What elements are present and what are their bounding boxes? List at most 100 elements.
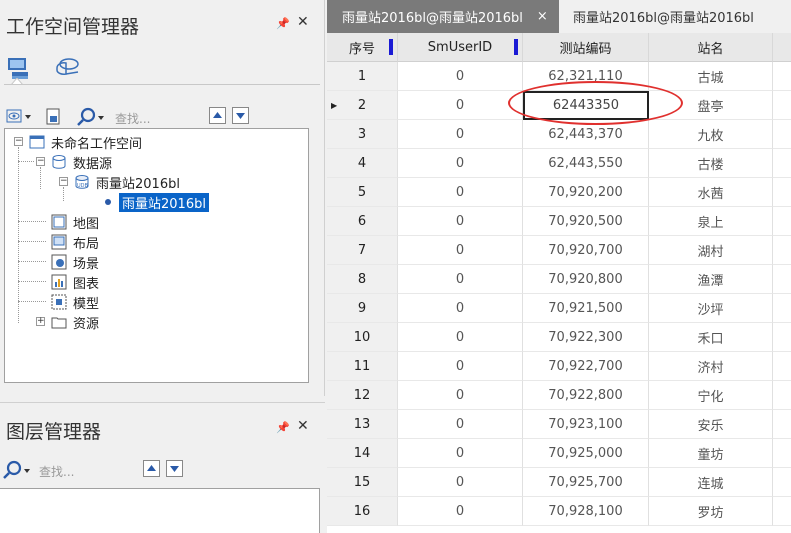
station-code-cell[interactable]: 70,920,800	[523, 265, 649, 294]
move-up-button[interactable]	[143, 460, 160, 477]
workspace-tab-icon[interactable]	[6, 54, 32, 80]
station-name-cell[interactable]: 泉上	[649, 207, 773, 236]
smuserid-cell[interactable]: 0	[398, 120, 523, 149]
close-icon[interactable]: ✕	[297, 418, 309, 434]
move-down-button[interactable]	[232, 107, 249, 124]
station-code-cell[interactable]: 70,922,300	[523, 323, 649, 352]
column-header-station-name[interactable]: 站名	[649, 33, 773, 62]
station-name-cell[interactable]: 安乐	[649, 410, 773, 439]
tree-item-workspace[interactable]: 未命名工作空间	[29, 133, 142, 152]
station-name-cell[interactable]: 童坊	[649, 439, 773, 468]
smuserid-cell[interactable]: 0	[398, 323, 523, 352]
layer-list[interactable]	[0, 488, 320, 533]
row-index-cell[interactable]: 13	[327, 410, 398, 439]
row-index-cell[interactable]: 7	[327, 236, 398, 265]
smuserid-cell[interactable]: 0	[398, 178, 523, 207]
row-index-cell[interactable]: 12	[327, 381, 398, 410]
expand-toggle[interactable]: +	[36, 317, 45, 326]
move-down-button[interactable]	[166, 460, 183, 477]
smuserid-cell[interactable]: 0	[398, 236, 523, 265]
station-code-cell[interactable]: 70,920,500	[523, 207, 649, 236]
smuserid-cell[interactable]: 0	[398, 381, 523, 410]
search-icon[interactable]	[2, 460, 32, 480]
collapse-toggle[interactable]: −	[59, 177, 68, 186]
station-code-cell[interactable]: 62,443,550	[523, 149, 649, 178]
tree-item-layouts[interactable]: 布局	[51, 233, 99, 252]
station-name-cell[interactable]: 水茜	[649, 178, 773, 207]
collapse-toggle[interactable]: −	[14, 137, 23, 146]
smuserid-cell[interactable]: 0	[398, 497, 523, 526]
station-name-cell[interactable]: 湖村	[649, 236, 773, 265]
tree-item-maps[interactable]: 地图	[51, 213, 99, 232]
station-name-cell[interactable]: 渔潭	[649, 265, 773, 294]
station-code-cell[interactable]: 70,922,700	[523, 352, 649, 381]
pin-icon[interactable]: 📌	[276, 421, 290, 434]
smuserid-cell[interactable]: 0	[398, 207, 523, 236]
station-name-cell[interactable]: 九枚	[649, 120, 773, 149]
smuserid-cell[interactable]: 0	[398, 410, 523, 439]
smuserid-cell[interactable]: 0	[398, 149, 523, 178]
row-index-cell[interactable]: 9	[327, 294, 398, 323]
tab-attribute-table-2[interactable]: 雨量站2016bl@雨量站2016bl	[559, 0, 791, 33]
smuserid-cell[interactable]: 0	[398, 62, 523, 91]
station-code-cell[interactable]: 70,925,000	[523, 439, 649, 468]
tree-item-models[interactable]: 模型	[51, 293, 99, 312]
close-tab-icon[interactable]: ×	[537, 9, 548, 24]
tree-item-scenes[interactable]: 场景	[51, 253, 99, 272]
pin-icon[interactable]: 📌	[276, 17, 290, 30]
station-code-cell[interactable]: 70,922,800	[523, 381, 649, 410]
row-index-cell[interactable]: 16	[327, 497, 398, 526]
station-code-cell[interactable]: 70,921,500	[523, 294, 649, 323]
tree-item-udb-datasource[interactable]: UDB 雨量站2016bl	[74, 173, 180, 192]
smuserid-cell[interactable]: 0	[398, 352, 523, 381]
station-name-cell[interactable]: 古楼	[649, 149, 773, 178]
row-index-cell[interactable]: 5	[327, 178, 398, 207]
smuserid-cell[interactable]: 0	[398, 265, 523, 294]
smuserid-cell[interactable]: 0	[398, 91, 523, 120]
row-index-cell[interactable]: 1	[327, 62, 398, 91]
search-icon[interactable]	[76, 107, 106, 127]
smuserid-cell[interactable]: 0	[398, 294, 523, 323]
row-index-cell[interactable]: 2	[327, 91, 398, 120]
station-code-cell[interactable]: 70,923,100	[523, 410, 649, 439]
smuserid-cell[interactable]: 0	[398, 468, 523, 497]
row-index-cell[interactable]: 15	[327, 468, 398, 497]
row-index-cell[interactable]: 14	[327, 439, 398, 468]
station-name-cell[interactable]: 禾口	[649, 323, 773, 352]
tree-item-datasources[interactable]: 数据源	[51, 153, 112, 172]
station-name-cell[interactable]: 罗坊	[649, 497, 773, 526]
row-index-cell[interactable]: 11	[327, 352, 398, 381]
workspace-search-input[interactable]: 查找...	[115, 110, 150, 127]
smuserid-cell[interactable]: 0	[398, 439, 523, 468]
row-index-cell[interactable]: 3	[327, 120, 398, 149]
tree-item-charts[interactable]: 图表	[51, 273, 99, 292]
collapse-toggle[interactable]: −	[36, 157, 45, 166]
station-code-cell[interactable]: 70,925,700	[523, 468, 649, 497]
station-name-cell[interactable]: 宁化	[649, 381, 773, 410]
tree-item-resources[interactable]: 资源	[51, 313, 99, 332]
row-index-cell[interactable]: 6	[327, 207, 398, 236]
station-code-cell[interactable]: 70,928,100	[523, 497, 649, 526]
close-icon[interactable]: ✕	[297, 14, 309, 30]
station-name-cell[interactable]: 连城	[649, 468, 773, 497]
model-icon	[51, 294, 67, 310]
tree-item-dataset-selected[interactable]: 雨量站2016bl	[103, 192, 209, 212]
row-index-cell[interactable]: 10	[327, 323, 398, 352]
open-icon[interactable]	[44, 107, 64, 127]
column-header-station-code[interactable]: 测站编码	[523, 33, 649, 62]
station-name-cell[interactable]: 济村	[649, 352, 773, 381]
layer-search-input[interactable]: 查找...	[39, 463, 74, 480]
row-index-cell[interactable]: 8	[327, 265, 398, 294]
tab-attribute-table-active[interactable]: 雨量站2016bl@雨量站2016bl ×	[327, 0, 559, 33]
station-code-cell[interactable]: 70,920,700	[523, 236, 649, 265]
filler-cell	[773, 178, 791, 207]
station-name-cell[interactable]: 古城	[649, 62, 773, 91]
move-up-button[interactable]	[209, 107, 226, 124]
station-code-cell[interactable]: 70,920,200	[523, 178, 649, 207]
resource-tab-icon[interactable]	[54, 54, 80, 80]
view-mode-icon[interactable]	[6, 107, 34, 127]
column-header-index[interactable]: 序号	[327, 33, 398, 62]
row-index-cell[interactable]: 4	[327, 149, 398, 178]
station-name-cell[interactable]: 沙坪	[649, 294, 773, 323]
column-header-smuserid[interactable]: SmUserID	[398, 33, 523, 62]
